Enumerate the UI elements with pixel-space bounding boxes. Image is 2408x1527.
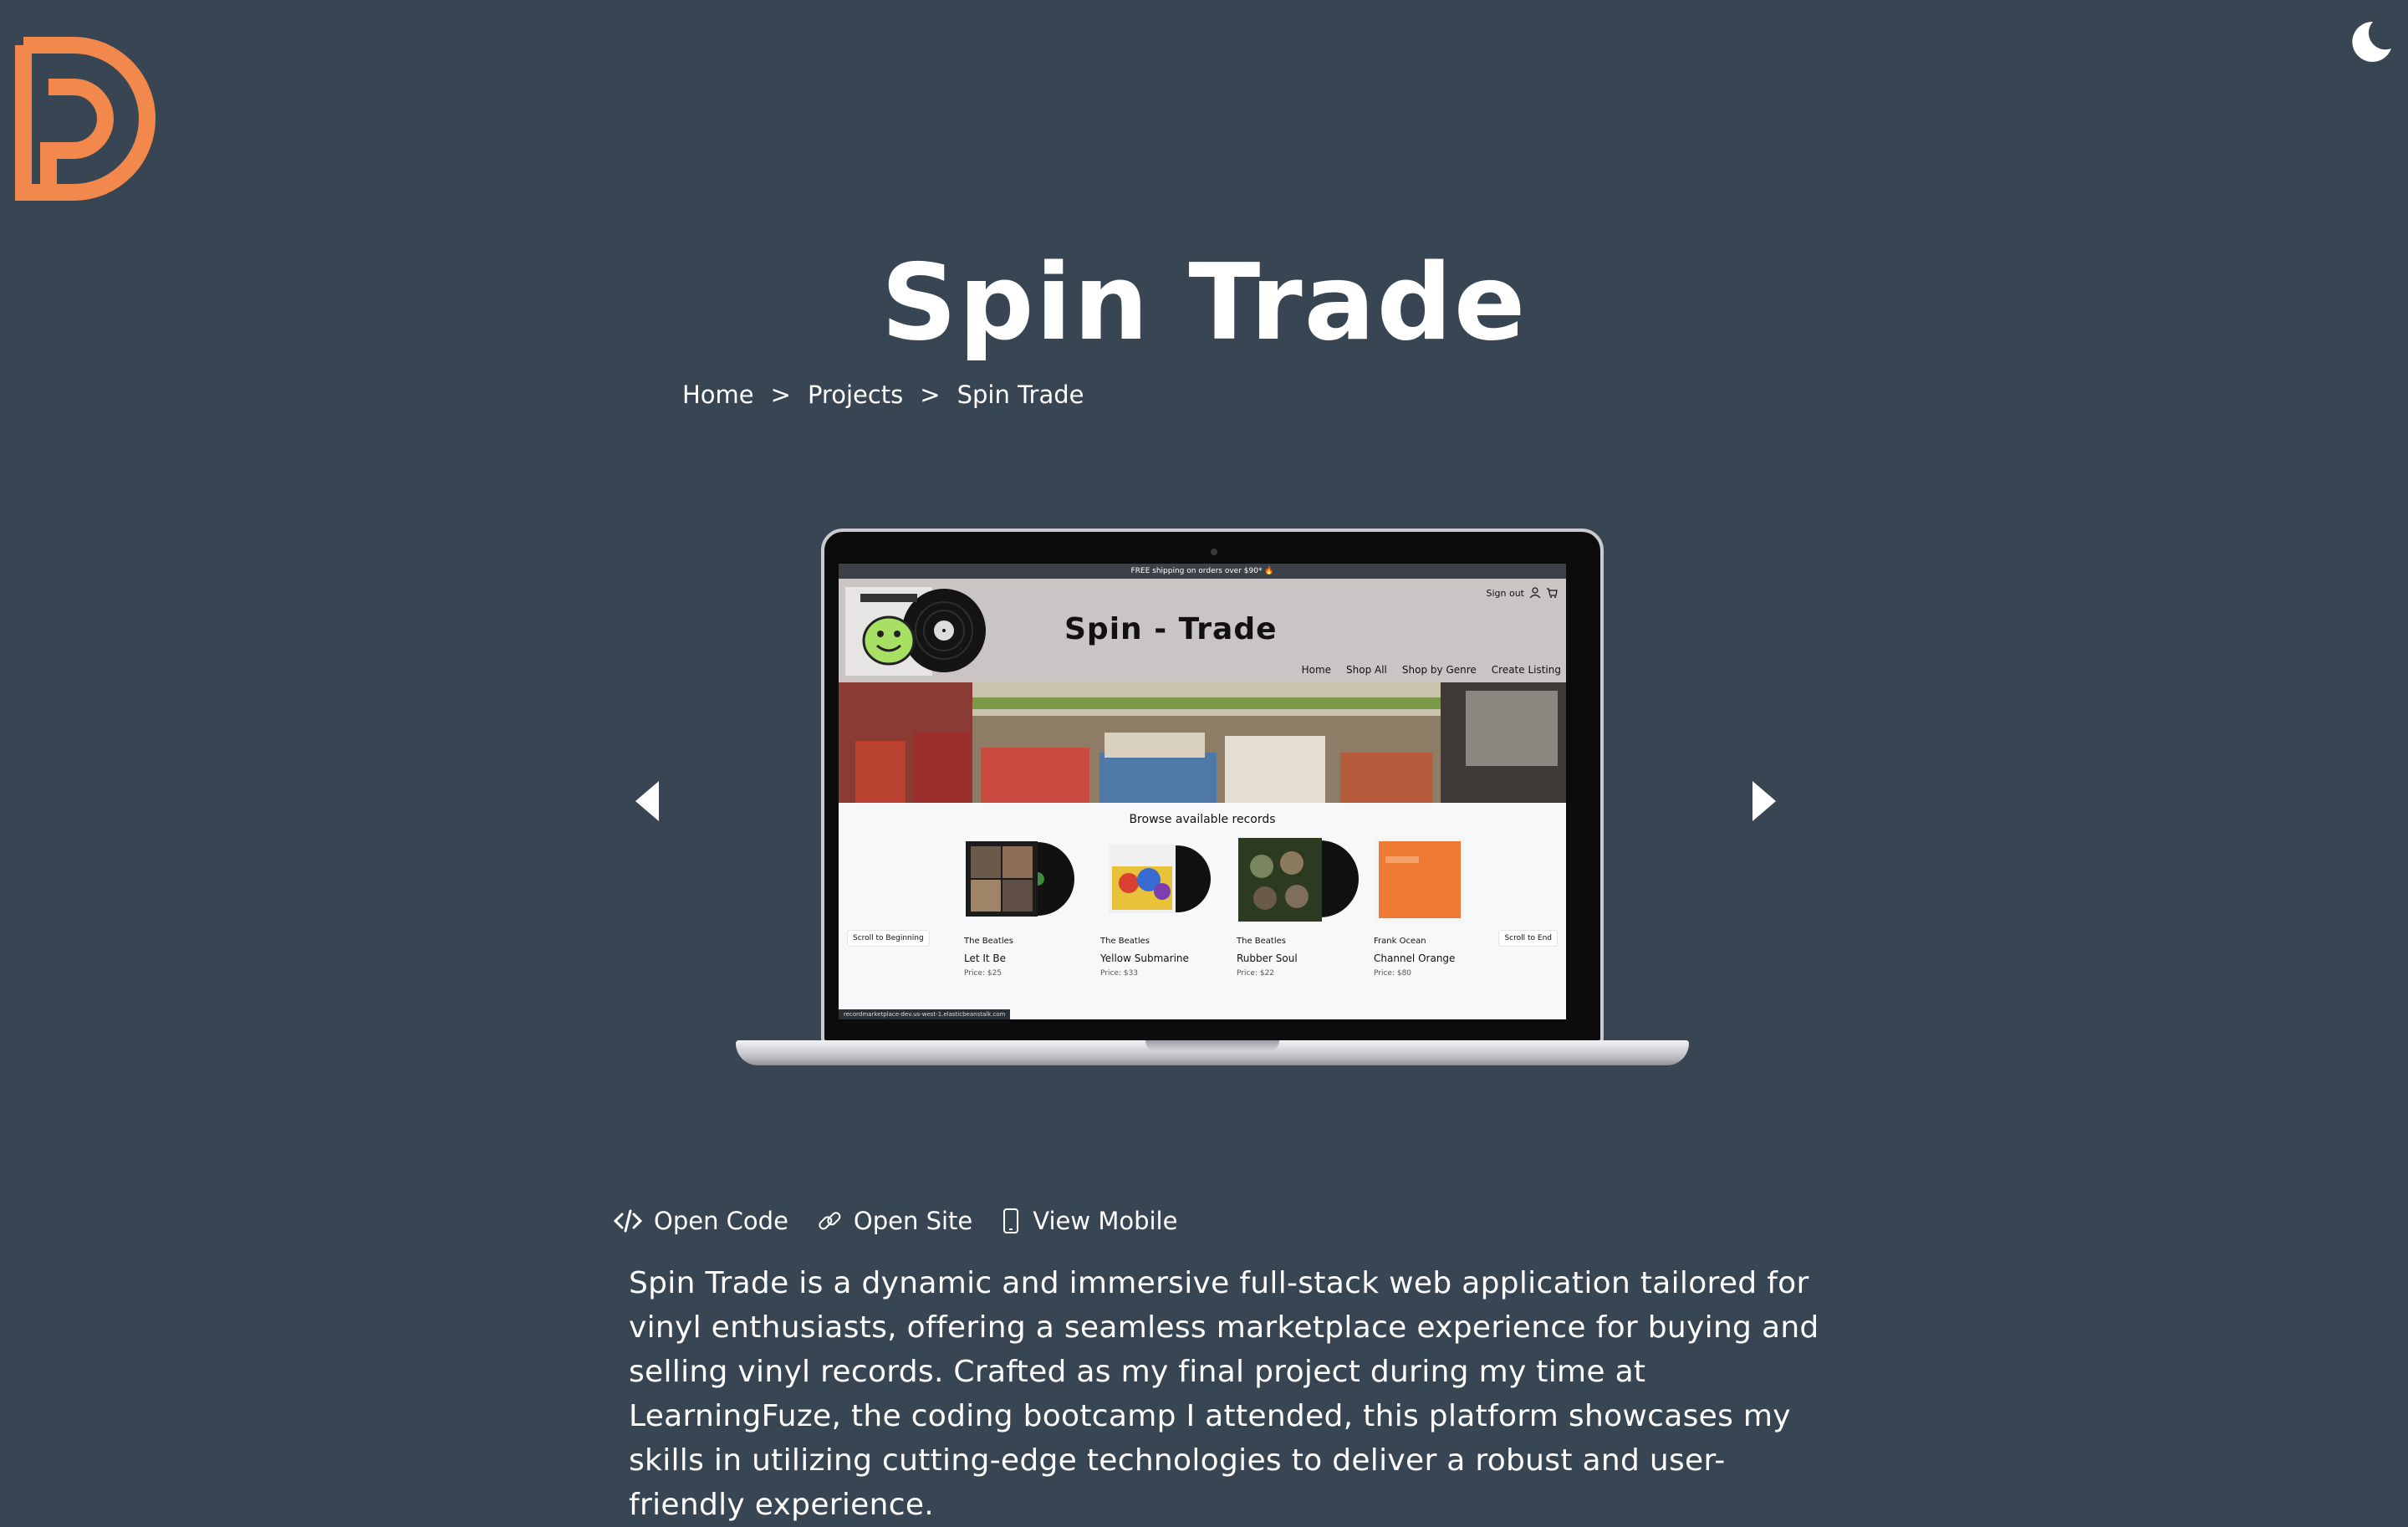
site-brand-title: Spin - Trade [1064,612,1278,646]
record-title: Channel Orange [1374,952,1456,964]
record-artist: The Beatles [1237,937,1286,946]
laptop-screen: FREE shipping on orders over $90* 🔥 Spin… [821,529,1604,1044]
carousel-prev-button[interactable] [629,778,662,825]
site-nav: Home Shop All Shop by Genre Create Listi… [1302,664,1561,676]
project-image-carousel: FREE shipping on orders over $90* 🔥 Spin… [619,502,1789,1087]
site-header: Spin - Trade Sign out Home Shop All Shop… [839,579,1566,682]
scroll-to-beginning-button: Scroll to Beginning [847,930,930,947]
record-price: Price: $80 [1374,969,1412,978]
view-mobile-label: View Mobile [1033,1207,1178,1235]
record-title: Let It Be [964,952,1007,964]
record-card: Frank Ocean Channel Orange Price: $80 [1374,833,1499,978]
record-store-hero-image [839,682,1566,803]
breadcrumb-separator: > [920,380,941,409]
user-icon [1529,587,1541,599]
dark-mode-toggle[interactable] [2348,18,2395,65]
breadcrumb-projects[interactable]: Projects [808,376,903,413]
site-nav-shop-all: Shop All [1346,664,1387,676]
album-art [1100,833,1226,925]
album-art [964,833,1089,925]
breadcrumb: Home > Projects > Spin Trade [682,376,1084,413]
sign-out-link: Sign out [1486,587,1524,599]
open-site-label: Open Site [853,1207,973,1235]
cart-icon [1547,588,1558,598]
breadcrumb-home[interactable]: Home [682,376,754,413]
open-code-label: Open Code [654,1207,788,1235]
moon-icon [2352,21,2391,62]
carousel-next-button[interactable] [1749,778,1783,825]
page-title: Spin Trade [880,241,1528,364]
record-artist: The Beatles [964,937,1013,946]
mobile-phone-icon [1003,1208,1019,1233]
album-art [1374,833,1499,925]
view-mobile-link[interactable]: View Mobile [1001,1207,1177,1235]
breadcrumb-current: Spin Trade [957,380,1084,409]
status-url: recordmarketplace-dev.us-west-1.elasticb… [839,1009,1011,1019]
album-art [1237,833,1362,925]
site-nav-home: Home [1301,664,1332,676]
record-price: Price: $33 [1100,969,1139,978]
record-card: The Beatles Rubber Soul Price: $22 [1237,833,1362,978]
record-price: Price: $25 [964,969,1002,978]
scroll-to-end-button: Scroll to End [1498,930,1558,947]
record-card: The Beatles Let It Be Price: $25 [964,833,1089,978]
link-icon [819,1212,841,1230]
record-card: The Beatles Yellow Submarine Price: $33 [1100,833,1226,978]
record-title: Yellow Submarine [1100,952,1189,964]
project-actions: Open Code Open Site View Mobile [614,1203,1206,1239]
camera-dot [1211,549,1217,555]
breadcrumb-separator: > [770,380,791,409]
triangle-left-icon [635,781,659,821]
laptop-notch [1145,1040,1279,1052]
record-artist: Frank Ocean [1374,937,1426,946]
open-site-link[interactable]: Open Site [817,1207,972,1235]
open-code-link[interactable]: Open Code [614,1207,788,1235]
spin-trade-logo [845,587,987,676]
laptop-mockup: FREE shipping on orders over $90* 🔥 Spin… [736,529,1689,1076]
code-icon [614,1209,642,1233]
site-nav-create-listing: Create Listing [1491,664,1561,676]
promo-banner: FREE shipping on orders over $90* 🔥 [839,564,1566,579]
triangle-right-icon [1752,781,1776,821]
record-title: Rubber Soul [1237,952,1298,964]
record-list: Scroll to Beginning Scroll to End The Be… [839,823,1566,1015]
record-artist: The Beatles [1100,937,1150,946]
site-nav-shop-by-genre: Shop by Genre [1401,664,1477,676]
site-account-bar: Sign out [1486,587,1558,599]
record-price: Price: $22 [1237,969,1275,978]
project-screenshot: FREE shipping on orders over $90* 🔥 Spin… [839,564,1566,1019]
dp-monogram-logo[interactable] [15,37,159,201]
project-description: Spin Trade is a dynamic and immersive fu… [629,1266,1819,1522]
